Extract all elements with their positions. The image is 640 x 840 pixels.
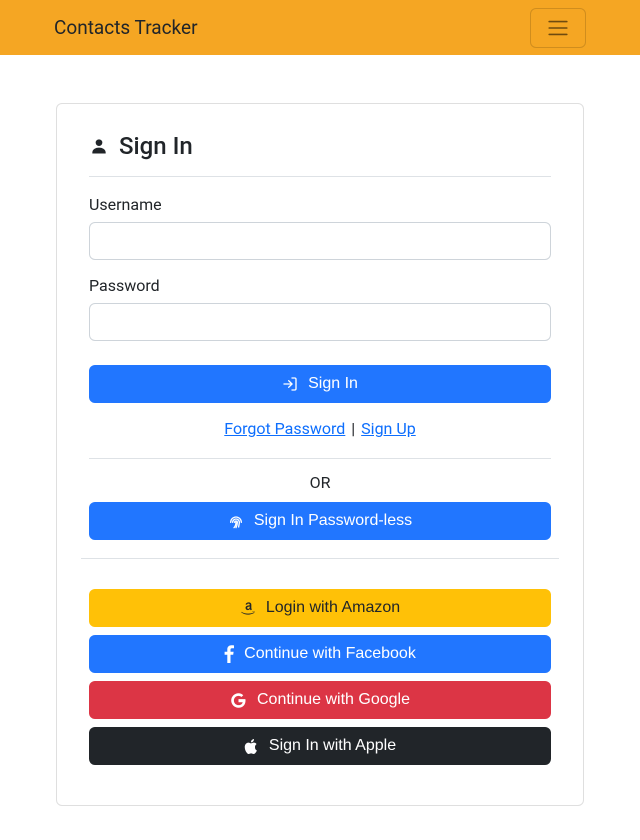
password-input[interactable] (89, 303, 551, 341)
amazon-icon (240, 600, 256, 616)
navbar: Contacts Tracker (0, 0, 640, 55)
password-group: Password (89, 276, 551, 341)
apple-button-label: Sign In with Apple (269, 737, 396, 755)
signin-button[interactable]: Sign In (89, 365, 551, 403)
facebook-icon (224, 645, 234, 663)
signin-button-label: Sign In (308, 375, 358, 393)
signin-card: Sign In Username Password Sign In (56, 103, 584, 806)
or-text: OR (89, 473, 551, 492)
username-group: Username (89, 195, 551, 260)
username-label: Username (89, 195, 551, 214)
signup-link[interactable]: Sign Up (361, 419, 416, 438)
card-title-row: Sign In (89, 132, 551, 177)
hamburger-icon (543, 16, 573, 40)
person-icon (89, 136, 109, 156)
google-button-label: Continue with Google (257, 691, 410, 709)
facebook-button-label: Continue with Facebook (244, 645, 416, 663)
link-separator: | (351, 419, 355, 438)
facebook-login-button[interactable]: Continue with Facebook (89, 635, 551, 673)
signin-icon (282, 376, 298, 392)
divider-bottom (81, 558, 559, 559)
username-input[interactable] (89, 222, 551, 260)
signin-button-wrap: Sign In (89, 365, 551, 403)
password-label: Password (89, 276, 551, 295)
fingerprint-icon (228, 513, 244, 529)
apple-login-button[interactable]: Sign In with Apple (89, 727, 551, 765)
main-container: Sign In Username Password Sign In (0, 55, 640, 806)
passwordless-button-label: Sign In Password-less (254, 512, 412, 530)
card-title-text: Sign In (119, 132, 193, 160)
apple-icon (244, 738, 259, 755)
brand-title[interactable]: Contacts Tracker (54, 16, 198, 39)
divider-top (89, 458, 551, 459)
oauth-buttons: Login with Amazon Continue with Facebook… (89, 589, 551, 765)
forgot-password-link[interactable]: Forgot Password (224, 419, 345, 438)
google-icon (230, 692, 247, 709)
google-login-button[interactable]: Continue with Google (89, 681, 551, 719)
amazon-button-label: Login with Amazon (266, 599, 400, 617)
navbar-toggler[interactable] (530, 8, 586, 48)
amazon-login-button[interactable]: Login with Amazon (89, 589, 551, 627)
links-row: Forgot Password | Sign Up (89, 419, 551, 438)
passwordless-button[interactable]: Sign In Password-less (89, 502, 551, 540)
